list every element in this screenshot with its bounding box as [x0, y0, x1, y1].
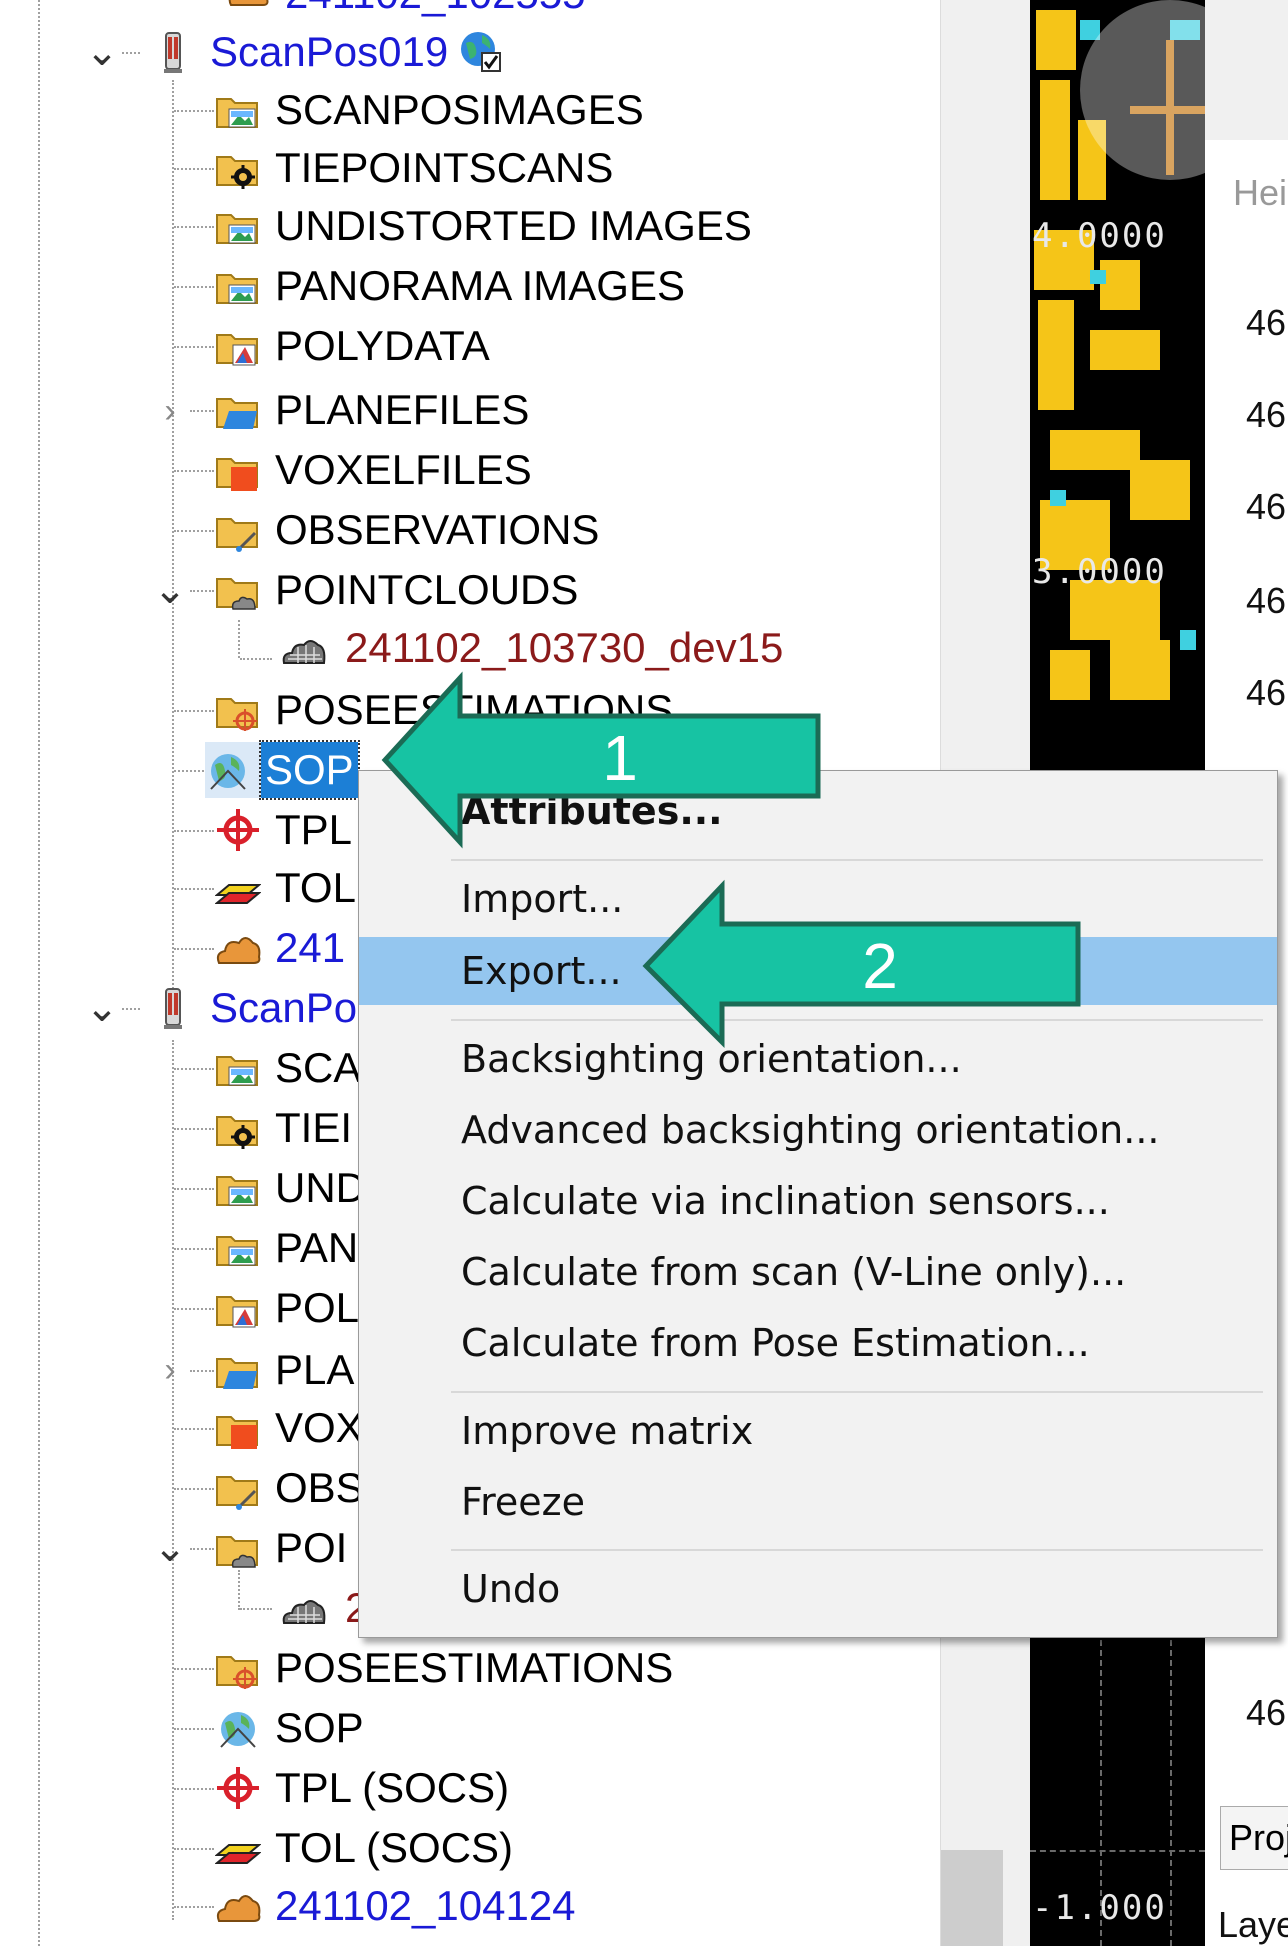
arrow-1-label: 1	[602, 722, 638, 794]
arrow-2-label: 2	[862, 930, 898, 1002]
annotation-arrows: 1 2	[381, 671, 1081, 1049]
arrow-1: 1	[381, 671, 821, 849]
arrow-2: 2	[642, 879, 1081, 1049]
